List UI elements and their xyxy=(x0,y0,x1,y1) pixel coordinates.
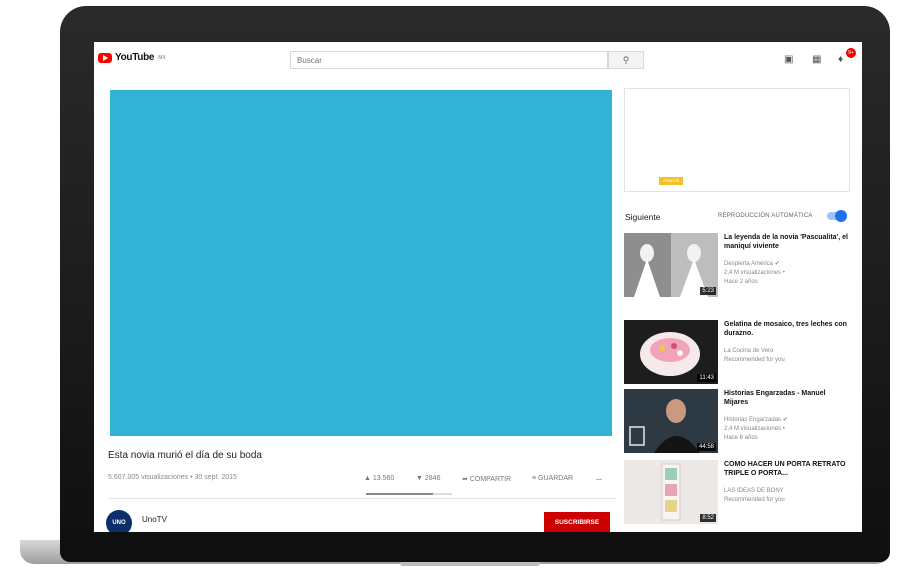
recommendation-channel-label: Despierta América xyxy=(724,261,774,267)
bell-icon[interactable]: ♦ xyxy=(838,54,843,65)
video-duration: 5:23 xyxy=(700,287,716,295)
browser-screen: YouTube MX ⚲ ▣ ▦ ♦ 9+ Esta novia murió e… xyxy=(94,42,862,532)
share-label: COMPARTIR xyxy=(469,476,512,483)
verified-icon: ✔ xyxy=(774,261,780,267)
playlist-add-icon: ≡ xyxy=(532,475,537,482)
save-label: GUARDAR xyxy=(538,475,574,482)
video-duration: 8:52 xyxy=(700,514,716,522)
recommendation-title[interactable]: COMO HACER UN PORTA RETRATO TRIPLE O POR… xyxy=(724,460,850,478)
notification-badge: 9+ xyxy=(846,48,856,58)
sentiment-bar-fill xyxy=(366,493,434,495)
recommendation-channel: Despierta América ✔ xyxy=(724,260,780,268)
verified-icon: ✔ xyxy=(782,417,788,423)
recommendation-age: Hace 2 años xyxy=(724,279,758,285)
recommendation-views: 2,4 M visualizaciones • xyxy=(724,270,785,276)
play-logo-icon xyxy=(98,52,112,63)
share-button[interactable]: ➦ COMPARTIR xyxy=(462,475,511,483)
up-next-heading: Siguiente xyxy=(625,212,661,222)
recommendation-item[interactable]: 5:23 La leyenda de la novia 'Pascualita'… xyxy=(624,233,854,299)
video-thumbnail[interactable]: 11:43 xyxy=(624,320,718,384)
ad-container[interactable]: Anuncio xyxy=(624,88,850,192)
sentiment-bar xyxy=(366,493,452,495)
video-title: Esta novia murió el día de su boda xyxy=(108,450,262,461)
autoplay-toggle[interactable] xyxy=(827,210,847,222)
video-duration: 44:58 xyxy=(696,443,716,451)
more-actions-button[interactable]: ... xyxy=(596,475,602,482)
recommendation-channel-label: Historias Engarzadas xyxy=(724,417,782,423)
recommendation-item[interactable]: 44:58 Historias Engarzadas - Manuel Mija… xyxy=(624,389,854,455)
logo-text: YouTube xyxy=(115,52,155,63)
recommendation-item[interactable]: 8:52 COMO HACER UN PORTA RETRATO TRIPLE … xyxy=(624,460,854,526)
video-duration: 11:43 xyxy=(697,374,716,382)
dislike-button[interactable]: ▼ 2846 xyxy=(416,475,440,482)
like-button[interactable]: ▲ 13.560 xyxy=(364,475,394,482)
recommendation-item[interactable]: 11:43 Gelatina de mosaico, tres leches c… xyxy=(624,320,854,386)
search-input[interactable] xyxy=(290,51,608,69)
video-player[interactable] xyxy=(110,90,612,436)
autoplay-label: REPRODUCCIÓN AUTOMÁTICA xyxy=(718,213,813,219)
youtube-logo[interactable]: YouTube MX xyxy=(98,52,166,63)
dislike-count: 2846 xyxy=(424,475,441,482)
video-thumbnail[interactable]: 44:58 xyxy=(624,389,718,453)
video-thumbnail[interactable]: 8:52 xyxy=(624,460,718,524)
divider xyxy=(108,498,616,499)
recommendation-age: Hace 6 años xyxy=(724,435,758,441)
video-thumbnail[interactable]: 5:23 xyxy=(624,233,718,297)
recommendation-views: 2,4 M visualizaciones • xyxy=(724,426,785,432)
logo-country-code: MX xyxy=(158,54,166,61)
thumbs-down-icon: ▼ xyxy=(416,475,423,482)
upload-video-icon[interactable]: ▣ xyxy=(784,54,793,65)
subscribe-button[interactable]: SUSCRIBIRSE xyxy=(544,512,610,532)
recommendation-views: Recommended for you xyxy=(724,357,785,363)
toggle-knob xyxy=(835,210,847,222)
save-button[interactable]: ≡ GUARDAR xyxy=(532,475,573,482)
apps-grid-icon[interactable]: ▦ xyxy=(812,54,821,65)
search-icon: ⚲ xyxy=(622,55,630,65)
recommendation-title[interactable]: Historias Engarzadas - Manuel Mijares xyxy=(724,389,850,407)
recommendation-title[interactable]: Gelatina de mosaico, tres leches con dur… xyxy=(724,320,850,338)
recommendation-channel: LAS IDEAS DE BONY xyxy=(724,488,784,494)
channel-name[interactable]: UnoTV xyxy=(142,515,167,524)
search-button[interactable]: ⚲ xyxy=(608,51,644,69)
share-arrow-icon: ➦ xyxy=(462,476,468,483)
recommendation-channel: La Cocina de Vero xyxy=(724,348,774,354)
ad-badge: Anuncio xyxy=(659,177,684,185)
channel-avatar[interactable]: UNO xyxy=(106,510,132,532)
thumbs-up-icon: ▲ xyxy=(364,475,371,482)
recommendation-channel: Historias Engarzadas ✔ xyxy=(724,416,788,424)
video-view-count: 5.607.005 visualizaciones • 30 sept. 201… xyxy=(108,474,237,481)
like-count: 13.560 xyxy=(372,475,395,482)
masthead: YouTube MX ⚲ ▣ ▦ ♦ 9+ xyxy=(94,42,862,76)
recommendation-views: Recommended for you xyxy=(724,497,785,503)
recommendation-title[interactable]: La leyenda de la novia 'Pascualita', el … xyxy=(724,233,850,251)
